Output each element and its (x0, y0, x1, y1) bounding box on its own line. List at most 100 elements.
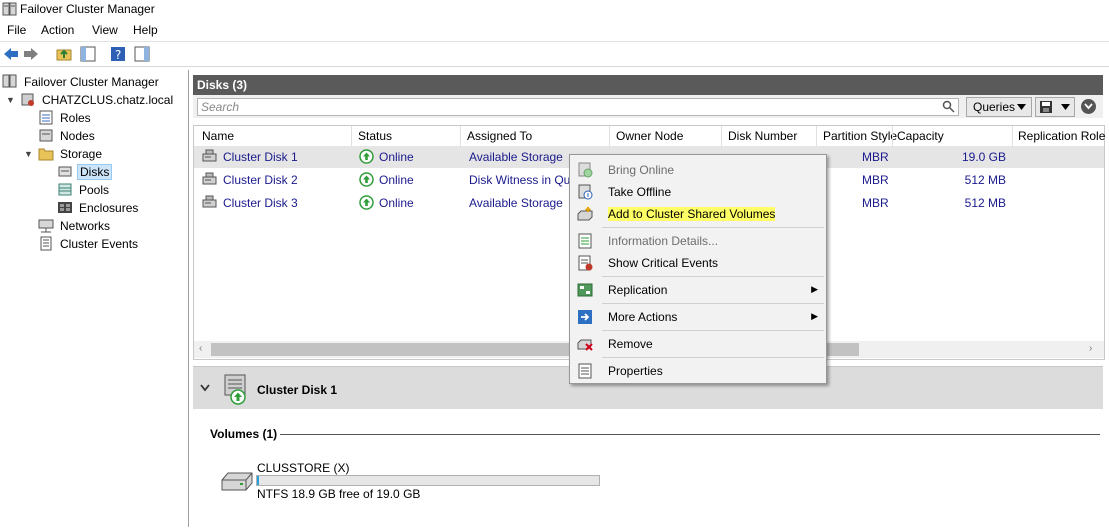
show-hide-tree-icon[interactable] (80, 46, 96, 62)
menu-separator (602, 227, 824, 228)
menu-view[interactable]: View (92, 23, 118, 37)
menu-action[interactable]: Action (41, 23, 74, 37)
menu-item-remove[interactable]: Remove (570, 333, 826, 355)
tree-label: Nodes (60, 129, 95, 143)
details-pane: Cluster Disk 1 Volumes (1) CLUSSTORE (X)… (193, 366, 1103, 528)
menu-separator (602, 276, 824, 277)
column-header-owner-node[interactable]: Owner Node (616, 129, 683, 143)
cluster-disk-icon (202, 172, 217, 185)
menu-item-bring-online[interactable]: Bring Online (570, 159, 826, 181)
networks-icon (38, 219, 54, 233)
online-arrow-icon (359, 149, 374, 164)
menu-item-properties[interactable]: Properties (570, 360, 826, 382)
column-header-name[interactable]: Name (202, 129, 234, 143)
menu-item-label: More Actions (608, 310, 678, 324)
chevron-down-icon[interactable]: ▼ (24, 149, 33, 159)
menu-item-replication[interactable]: Replication ▶ (570, 279, 826, 301)
submenu-arrow-icon: ▶ (811, 284, 818, 294)
tree-label: Failover Cluster Manager (24, 75, 159, 89)
tree-label: Networks (60, 219, 111, 233)
menu-item-information-details[interactable]: Information Details... (570, 230, 826, 252)
menu-separator (602, 357, 824, 358)
chevron-down-icon (1084, 103, 1093, 110)
queries-dropdown[interactable]: Queries (966, 97, 1032, 117)
disk-capacity: 512 MB (964, 196, 1006, 210)
up-folder-icon[interactable] (56, 46, 72, 62)
roles-icon (39, 110, 53, 125)
information-details-icon (578, 233, 592, 249)
tree-label: Enclosures (79, 201, 139, 215)
tree-label: Roles (60, 111, 91, 125)
help-icon[interactable]: ? (110, 46, 126, 62)
menu-item-take-offline[interactable]: Take Offline (570, 181, 826, 203)
scroll-right-arrow-icon[interactable]: › (1089, 343, 1092, 354)
navigation-tree: Failover Cluster Manager ▼ CHATZCLUS.cha… (0, 70, 189, 527)
menu-separator (602, 330, 824, 331)
disk-assigned-to: Available Storage (469, 196, 563, 210)
scroll-left-arrow-icon[interactable]: ‹ (199, 343, 202, 354)
chevron-down-icon (1061, 104, 1070, 110)
chevron-down-icon[interactable] (200, 384, 210, 392)
disks-pane-header: Disks (3) (193, 75, 1103, 95)
show-hide-action-pane-icon[interactable] (134, 46, 150, 62)
chevron-down-icon[interactable]: ▼ (6, 95, 15, 105)
add-volume-icon (577, 207, 593, 221)
menu-file[interactable]: File (7, 23, 26, 37)
column-separator (609, 126, 610, 146)
back-arrow-icon[interactable] (3, 46, 19, 62)
cluster-disk-icon (202, 149, 217, 162)
column-header-status[interactable]: Status (358, 129, 392, 143)
menu-item-label: Properties (608, 364, 663, 378)
bring-online-icon (578, 162, 593, 178)
menu-help[interactable]: Help (133, 23, 158, 37)
search-icon[interactable] (942, 100, 955, 113)
disk-assigned-to: Available Storage (469, 150, 563, 164)
column-header-disk-number[interactable]: Disk Number (728, 129, 797, 143)
volume-drive-icon (221, 472, 253, 491)
menu-bar: File Action View Help (0, 19, 1109, 42)
disk-status: Online (379, 196, 414, 210)
queries-label: Queries (973, 100, 1016, 114)
collapse-button[interactable] (1081, 99, 1096, 114)
menu-item-label: Replication (608, 283, 668, 297)
column-header-assigned-to[interactable]: Assigned To (467, 129, 532, 143)
menu-item-label: Add to Cluster Shared Volumes (608, 207, 776, 221)
cluster-icon (21, 93, 34, 106)
column-separator (721, 126, 722, 146)
online-arrow-icon (359, 195, 374, 210)
nodes-icon (39, 129, 53, 142)
tree-label: Storage (60, 147, 103, 161)
volume-usage-fill (257, 476, 259, 485)
disk-partition-style: MBR (862, 150, 889, 164)
column-header-capacity[interactable]: Capacity (897, 129, 944, 143)
toolbar: ? (0, 42, 1109, 67)
window-title: Failover Cluster Manager (20, 2, 155, 16)
menu-item-show-critical-events[interactable]: Show Critical Events (570, 252, 826, 274)
chevron-down-icon (1017, 104, 1026, 110)
save-query-button[interactable] (1035, 97, 1075, 117)
disks-pane-title: Disks (3) (197, 78, 248, 92)
critical-events-icon (578, 255, 593, 271)
menu-item-label: Bring Online (608, 163, 675, 177)
search-row: Search Queries (193, 95, 1103, 118)
search-input[interactable]: Search (197, 98, 959, 116)
column-header-partition-style[interactable]: Partition Style (823, 129, 897, 143)
volume-name: CLUSSTORE (X) (257, 461, 350, 475)
online-arrow-icon (359, 172, 374, 187)
menu-item-add-to-csv[interactable]: Add to Cluster Shared Volumes (570, 203, 826, 225)
disk-partition-style: MBR (862, 196, 889, 210)
details-title: Cluster Disk 1 (257, 383, 338, 397)
cluster-manager-icon (2, 2, 17, 16)
tree-label: Disks (77, 164, 113, 180)
volume-free-space: NTFS 18.9 GB free of 19.0 GB (257, 487, 421, 501)
disk-status: Online (379, 173, 414, 187)
volumes-header: Volumes (1) (210, 427, 281, 441)
menu-item-label: Remove (608, 337, 653, 351)
disk-capacity: 512 MB (964, 173, 1006, 187)
forward-arrow-icon[interactable] (23, 46, 39, 62)
menu-item-more-actions[interactable]: More Actions ▶ (570, 306, 826, 328)
volume-usage-bar (256, 475, 600, 486)
column-separator (892, 126, 893, 146)
column-header-replication-role[interactable]: Replication Role (1018, 129, 1105, 143)
disk-status: Online (379, 150, 414, 164)
